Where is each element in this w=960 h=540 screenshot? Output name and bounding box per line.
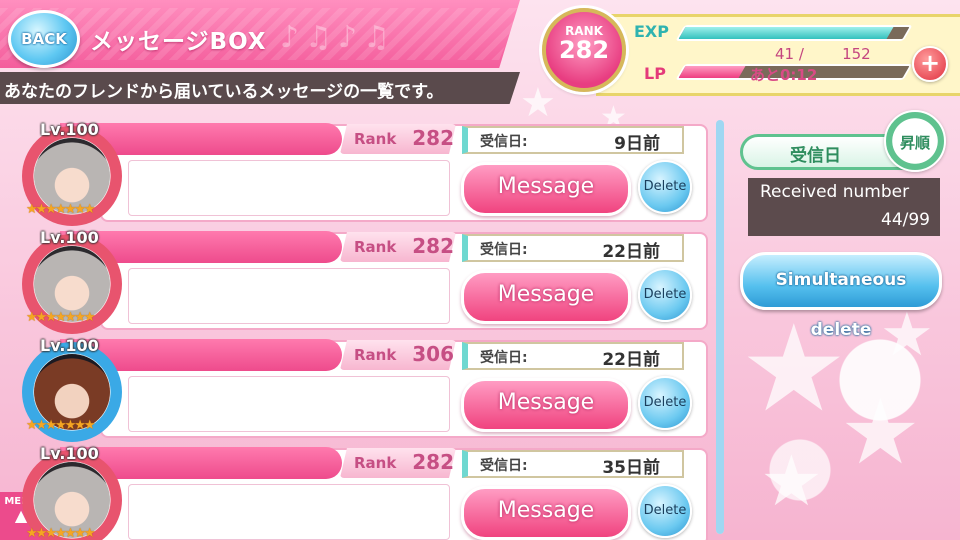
sort-order-button[interactable]: 昇順 [884, 110, 946, 172]
message-button[interactable]: Message [461, 378, 631, 432]
friend-rank-value: 282 [412, 234, 454, 258]
message-preview [128, 160, 450, 216]
message-list[interactable]: Rank 282 受信日: 9日前 Message Delete Lv.100 ★★★★★★★… [0, 120, 710, 540]
lp-recover-plus-button[interactable]: + [912, 46, 948, 82]
received-date-label: 受信日: [480, 242, 528, 258]
rarity-stars-icon: ★★★★★★★ [26, 310, 96, 325]
music-notes-decoration: ♪♫♪♫ [280, 20, 397, 55]
friend-level: Lv.100 [40, 336, 99, 355]
lp-max: 152 [842, 45, 871, 63]
received-date-value: 22日前 [602, 350, 660, 370]
received-date-value: 35日前 [602, 458, 660, 478]
received-date-label: 受信日: [480, 350, 528, 366]
friend-rank-label: Rank [354, 454, 397, 472]
sort-order-label: 昇順 [899, 134, 930, 152]
received-date-value: 22日前 [602, 242, 660, 262]
message-preview [128, 484, 450, 540]
scrollbar-thumb[interactable] [716, 120, 724, 534]
list-scrollbar[interactable] [716, 120, 724, 534]
message-button[interactable]: Message [461, 162, 631, 216]
received-number-label: Received number [760, 182, 910, 202]
delete-button[interactable]: Delete [638, 160, 692, 214]
friend-rank-value: 306 [412, 342, 454, 366]
friend-rank-value: 282 [412, 126, 454, 150]
received-date-label: 受信日: [480, 134, 528, 150]
friend-rank-label: Rank [354, 130, 397, 148]
page-subtitle: あなたのフレンドから届いているメッセージの一覧です。 [4, 82, 444, 102]
simultaneous-delete-button[interactable]: Simultaneous delete [740, 252, 942, 340]
message-row: Rank 282 受信日: 22日前 Message Delete Lv.100 ★★★★★★… [0, 228, 708, 334]
message-row: Rank 306 受信日: 22日前 Message Delete Lv.100 ★★★★★★… [0, 336, 708, 442]
delete-button[interactable]: Delete [638, 376, 692, 430]
message-preview [128, 268, 450, 324]
delete-button[interactable]: Delete [638, 268, 692, 322]
lp-bar-fill [678, 66, 746, 78]
received-date-label: 受信日: [480, 458, 528, 474]
exp-label: EXP [634, 22, 669, 41]
friend-rank-label: Rank [354, 346, 397, 364]
rarity-stars-icon: ★★★★★★★ [26, 526, 96, 540]
back-button-label: BACK [21, 30, 67, 48]
friend-rank-value: 282 [412, 450, 454, 474]
exp-bar-fill [678, 27, 894, 39]
message-button[interactable]: Message [461, 486, 631, 540]
message-preview [128, 376, 450, 432]
message-button[interactable]: Message [461, 270, 631, 324]
received-date-value: 9日前 [614, 134, 660, 154]
friend-level: Lv.100 [40, 444, 99, 463]
message-row: Rank 282 受信日: 9日前 Message Delete Lv.100 ★★★★★★★ [0, 120, 708, 226]
exp-bar [675, 25, 913, 41]
lp-label: LP [644, 64, 666, 83]
friend-rank-label: Rank [354, 238, 397, 256]
friend-level: Lv.100 [40, 228, 99, 247]
rank-badge: RANK 282 [542, 8, 626, 92]
message-row: Rank 282 受信日: 35日前 Message Delete Lv.100 ★★★★★★… [0, 444, 708, 540]
sort-field-label: 受信日 [790, 146, 841, 166]
page-title: メッセージBOX [90, 29, 267, 55]
lp-current: 41 / [775, 45, 804, 63]
lp-values: 41 / 152 [775, 45, 871, 63]
received-number-value: 44/99 [881, 210, 930, 230]
back-button[interactable]: BACK [8, 10, 80, 68]
delete-button[interactable]: Delete [638, 484, 692, 538]
lp-recovery-timer: あと0:12 [750, 66, 818, 84]
rarity-stars-icon: ★★★★★★★ [26, 418, 96, 433]
friend-level: Lv.100 [40, 120, 99, 139]
rank-badge-value: 282 [558, 36, 610, 64]
rarity-stars-icon: ★★★★★★★ [26, 202, 96, 217]
